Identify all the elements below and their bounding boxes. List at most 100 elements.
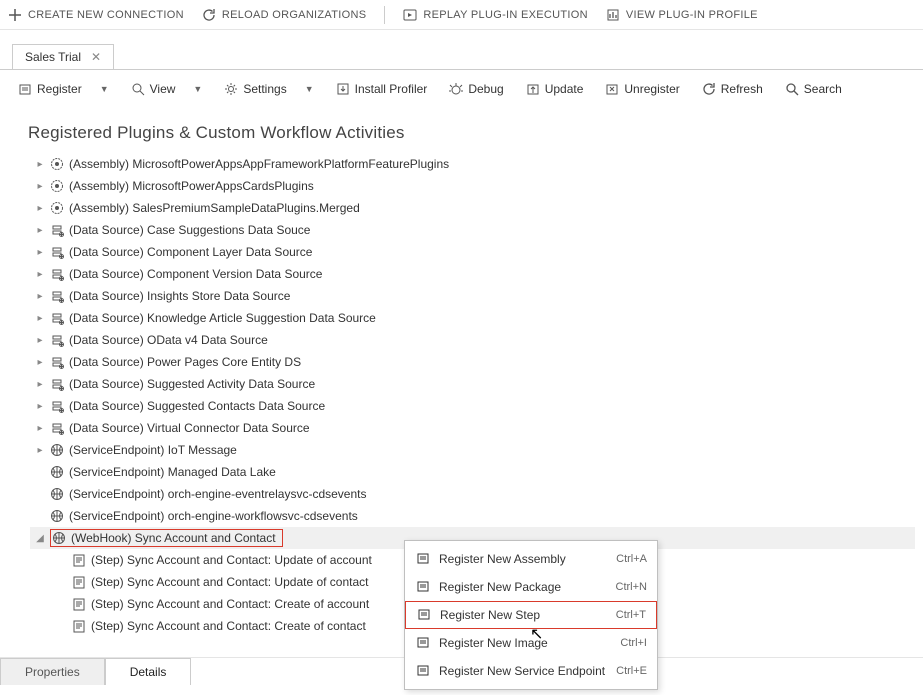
menu-item-shortcut: Ctrl+A — [616, 553, 647, 565]
tree-row[interactable]: ▸(Data Source) OData v4 Data Source — [30, 329, 915, 351]
chevron-down-icon[interactable]: ▼ — [100, 84, 109, 94]
tree-row[interactable]: ▸ (Assembly) SalesPremiumSampleDataPlugin… — [30, 197, 915, 219]
view-profile-button[interactable]: VIEW PLUG-IN PROFILE — [606, 8, 758, 22]
tree-row-label: (Data Source) Knowledge Article Suggesti… — [69, 311, 376, 325]
chevron-down-icon[interactable]: ▼ — [305, 84, 314, 94]
tree-row-label: (Data Source) Insights Store Data Source — [69, 289, 290, 303]
create-connection-button[interactable]: CREATE NEW CONNECTION — [8, 8, 184, 22]
tree-twisty-collapsed-icon[interactable]: ▸ — [35, 203, 45, 214]
endpoint-icon — [50, 487, 64, 501]
view-profile-label: VIEW PLUG-IN PROFILE — [626, 9, 758, 21]
tree-twisty-collapsed-icon[interactable]: ▸ — [35, 181, 45, 192]
menu-item-label: Register New Package — [439, 580, 608, 594]
menu-item[interactable]: Register New Package Ctrl+N — [405, 573, 657, 601]
menu-item[interactable]: Register New ImageCtrl+I — [405, 629, 657, 657]
endpoint-icon — [50, 443, 64, 457]
tab-details[interactable]: Details — [105, 658, 192, 685]
unregister-button[interactable]: Unregister — [605, 82, 679, 96]
tree-twisty-collapsed-icon[interactable]: ▸ — [35, 379, 45, 390]
tree-twisty-collapsed-icon[interactable]: ▸ — [35, 401, 45, 412]
tree-row[interactable]: (ServiceEndpoint) orch-engine-workflowsv… — [30, 505, 915, 527]
datasource-icon — [50, 311, 64, 325]
assembly-icon — [50, 157, 64, 171]
datasource-icon — [50, 355, 64, 369]
menu-item-shortcut: Ctrl+N — [616, 581, 647, 593]
step-icon — [72, 619, 86, 633]
tab-properties[interactable]: Properties — [0, 658, 105, 685]
tree-twisty-collapsed-icon[interactable]: ▸ — [35, 313, 45, 324]
tree-row[interactable]: ▸(Assembly) MicrosoftPowerAppsAppFramewo… — [30, 153, 915, 175]
refresh-button[interactable]: Refresh — [702, 82, 763, 96]
tree-twisty-collapsed-icon[interactable]: ▸ — [35, 291, 45, 302]
tree-row-content: (Assembly) SalesPremiumSampleDataPlugins… — [50, 201, 360, 215]
tree-twisty-collapsed-icon[interactable]: ▸ — [35, 225, 45, 236]
menu-item[interactable]: Register New Service Endpoint Ctrl+E — [405, 657, 657, 685]
tree-row-content: (ServiceEndpoint) IoT Message — [50, 443, 237, 457]
gear-icon — [224, 82, 238, 96]
update-button[interactable]: Update — [526, 82, 584, 96]
tree-row-content: (Data Source) Virtual Connector Data Sou… — [50, 421, 310, 435]
tree-row[interactable]: ▸ (Assembly) MicrosoftPowerAppsCardsPlugi… — [30, 175, 915, 197]
install-profiler-button[interactable]: Install Profiler — [336, 82, 428, 96]
tree-twisty-expanded-icon[interactable]: ◢ — [35, 533, 45, 544]
webhook-icon — [52, 531, 66, 545]
tree-row-label: (ServiceEndpoint) IoT Message — [69, 443, 237, 457]
tree-row[interactable]: ▸ (Data Source) Suggested Activity Data S… — [30, 373, 915, 395]
tree-row-content: (Step) Sync Account and Contact: Update … — [72, 575, 369, 589]
endpoint-icon — [50, 509, 64, 523]
tree-twisty-collapsed-icon[interactable]: ▸ — [35, 335, 45, 346]
chevron-down-icon[interactable]: ▼ — [193, 84, 202, 94]
tree-row[interactable]: ▸ (ServiceEndpoint) IoT Message — [30, 439, 915, 461]
create-connection-label: CREATE NEW CONNECTION — [28, 9, 184, 21]
menu-item[interactable]: Register New StepCtrl+T — [405, 601, 657, 629]
register-dropdown[interactable]: Register — [18, 82, 82, 96]
tree-row-label: (Data Source) Suggested Activity Data So… — [69, 377, 315, 391]
tree-row[interactable]: (ServiceEndpoint) orch-engine-eventrelay… — [30, 483, 915, 505]
install-icon — [336, 82, 350, 96]
view-dropdown[interactable]: View — [131, 82, 176, 96]
replay-plugin-button[interactable]: REPLAY PLUG-IN EXECUTION — [403, 8, 588, 22]
menu-item[interactable]: Register New AssemblyCtrl+A — [405, 545, 657, 573]
menu-item-shortcut: Ctrl+T — [616, 609, 646, 621]
tree-row-label: (Assembly) MicrosoftPowerAppsCardsPlugin… — [69, 179, 314, 193]
tab-sales-trial[interactable]: Sales Trial ✕ — [12, 44, 114, 69]
tree-row-content: (Step) Sync Account and Contact: Create … — [72, 619, 366, 633]
tree-row[interactable]: ▸ (Data Source) Insights Store Data Sourc… — [30, 285, 915, 307]
update-icon — [526, 82, 540, 96]
step-icon — [72, 575, 86, 589]
tree-row[interactable]: ▸ (Data Source) Component Layer Data Sour… — [30, 241, 915, 263]
endpoint-icon — [50, 465, 64, 479]
reload-orgs-label: RELOAD ORGANIZATIONS — [222, 9, 367, 21]
tree-row-content: (Step) Sync Account and Contact: Create … — [72, 597, 369, 611]
tree-row-label: (WebHook) Sync Account and Contact — [71, 531, 276, 545]
tree-twisty-collapsed-icon[interactable]: ▸ — [35, 159, 45, 170]
menu-item-shortcut: Ctrl+E — [616, 665, 647, 677]
tree-row-content: (Data Source) Suggested Contacts Data So… — [50, 399, 325, 413]
debug-button[interactable]: Debug — [449, 82, 503, 96]
tree-twisty-collapsed-icon[interactable]: ▸ — [35, 247, 45, 258]
tree-row[interactable]: ▸ (Data Source) Component Version Data So… — [30, 263, 915, 285]
tree-row[interactable]: ▸ (Data Source) Suggested Contacts Data S… — [30, 395, 915, 417]
tree-twisty-collapsed-icon[interactable]: ▸ — [35, 357, 45, 368]
tree-twisty-collapsed-icon[interactable]: ▸ — [35, 423, 45, 434]
tree-row-label: (Assembly) SalesPremiumSampleDataPlugins… — [69, 201, 360, 215]
menu-item-label: Register New Service Endpoint — [439, 664, 608, 678]
settings-dropdown[interactable]: Settings — [224, 82, 286, 96]
tree-row-content: (Data Source) Component Layer Data Sourc… — [50, 245, 312, 259]
tree-row[interactable]: ▸(Data Source) Power Pages Core Entity D… — [30, 351, 915, 373]
tree-row-content: (Data Source) Knowledge Article Suggesti… — [50, 311, 376, 325]
tree-row[interactable]: ▸ (Data Source) Knowledge Article Suggest… — [30, 307, 915, 329]
context-menu[interactable]: Register New AssemblyCtrl+ARegister New … — [404, 540, 658, 690]
tree-row[interactable]: (ServiceEndpoint) Managed Data Lake — [30, 461, 915, 483]
reload-orgs-button[interactable]: RELOAD ORGANIZATIONS — [202, 8, 367, 22]
tree-row-content: (WebHook) Sync Account and Contact — [50, 529, 283, 547]
search-button[interactable]: Search — [785, 82, 842, 96]
tree-twisty-collapsed-icon[interactable]: ▸ — [35, 269, 45, 280]
close-icon[interactable]: ✕ — [91, 50, 101, 64]
tree-row-label: (Step) Sync Account and Contact: Update … — [91, 553, 372, 567]
datasource-icon — [50, 267, 64, 281]
tree-row[interactable]: ▸ (Data Source) Virtual Connector Data So… — [30, 417, 915, 439]
tree-twisty-collapsed-icon[interactable]: ▸ — [35, 445, 45, 456]
tree-row-content: (Data Source) Component Version Data Sou… — [50, 267, 322, 281]
tree-row[interactable]: ▸(Data Source) Case Suggestions Data Sou… — [30, 219, 915, 241]
